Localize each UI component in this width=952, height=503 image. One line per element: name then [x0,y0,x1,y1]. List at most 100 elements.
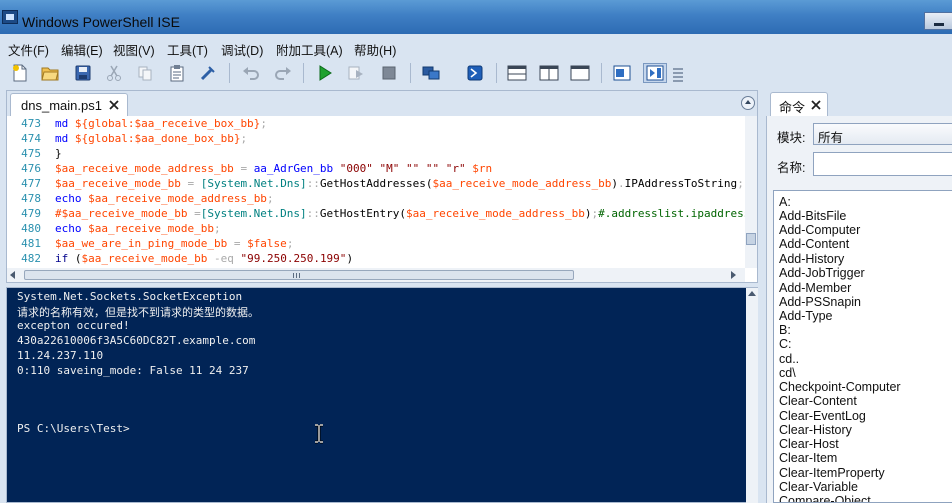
cut-icon[interactable] [104,63,124,83]
command-list-item[interactable]: Add-Type [779,309,833,323]
menu-debug[interactable]: 调试(D) [221,40,263,59]
command-list-item[interactable]: Compare-Object [779,494,871,502]
command-list-item[interactable]: Add-History [779,252,844,266]
code-text: $aa_we_are_in_ping_mode_bb = $false; [55,237,294,250]
title-bar: Windows PowerShell ISE [0,0,952,34]
tab-commands[interactable]: 命令 [770,92,828,116]
menu-edit[interactable]: 编辑(E) [61,40,103,59]
command-list-item[interactable]: Clear-Content [779,394,857,408]
show-script-addon-icon[interactable] [643,63,667,83]
name-input[interactable] [813,152,952,176]
command-list-item[interactable]: Add-Member [779,281,851,295]
toolbar [0,58,952,88]
command-list-item[interactable]: Clear-Host [779,437,839,451]
command-list-item[interactable]: Add-BitsFile [779,209,846,223]
open-folder-icon[interactable] [40,63,60,83]
paste-icon[interactable] [167,63,187,83]
console-output-line: excepton occured! [17,319,130,332]
command-list-item[interactable]: Clear-History [779,423,852,437]
line-number: 478 [21,192,41,205]
command-list-item[interactable]: Clear-Variable [779,480,858,494]
menu-help[interactable]: 帮助(H) [354,40,396,59]
minimize-button[interactable] [924,12,952,30]
line-number: 481 [21,237,41,250]
toolbar-separator [410,63,411,83]
command-list-item[interactable]: A: [779,195,791,209]
code-text: md ${global:$aa_receive_box_bb}; [55,117,267,130]
command-list-item[interactable]: cd.. [779,352,799,366]
command-list-item[interactable]: Clear-Item [779,451,837,465]
show-commands-addon-icon[interactable] [612,63,632,83]
show-script-pane-right-icon[interactable] [539,63,559,83]
module-select-value: 所有 [818,131,844,145]
tab-label: 命令 [779,100,806,115]
menu-addons[interactable]: 附加工具(A) [276,40,343,59]
name-label: 名称: [777,161,806,175]
menu-tools[interactable]: 工具(T) [167,40,208,59]
command-list-item[interactable]: Add-PSSnapin [779,295,861,309]
line-number: 479 [21,207,41,220]
console-vertical-scrollbar[interactable] [746,288,758,503]
show-script-pane-max-icon[interactable] [570,63,590,83]
code-line: 478 echo $aa_receive_mode_address_bb; [7,191,745,206]
toolbar-separator [601,63,602,83]
run-script-icon[interactable] [315,63,335,83]
code-line: 482 if ($aa_receive_mode_bb -eq "99.250.… [7,251,745,266]
console-output-line: 请求的名称有效，但是找不到请求的类型的数据。 [17,306,259,319]
console-prompt[interactable]: PS C:\Users\Test> [17,422,130,435]
code-text: echo $aa_receive_mode_address_bb; [55,192,274,205]
menu-bar: 文件(F) 编辑(E) 视图(V) 工具(T) 调试(D) 附加工具(A) 帮助… [0,36,952,58]
new-file-icon[interactable] [10,63,30,83]
line-number: 475 [21,147,41,160]
close-icon[interactable] [810,99,822,111]
remote-powershell-icon[interactable] [421,63,441,83]
undo-icon[interactable] [241,63,261,83]
command-list-item[interactable]: Add-Computer [779,223,860,237]
console-output-line: 0:110 saveing_mode: False 11 24 237 [17,364,249,377]
close-icon[interactable] [108,99,120,111]
clear-icon[interactable] [198,63,218,83]
collapse-script-pane-button[interactable] [741,96,755,110]
command-list-item[interactable]: C: [779,337,792,351]
stop-icon[interactable] [379,63,399,83]
console-output-line: 11.24.237.110 [17,349,104,362]
script-horizontal-scrollbar[interactable] [7,268,745,282]
show-script-pane-top-icon[interactable] [507,63,527,83]
command-list-item[interactable]: Clear-EventLog [779,409,866,423]
scrollbar-thumb[interactable] [24,270,574,280]
code-text: $aa_receive_mode_bb = [System.Net.Dns]::… [55,177,744,190]
command-list-item[interactable]: cd\ [779,366,796,380]
console-output-line: System.Net.Sockets.SocketException [17,290,243,303]
redo-icon[interactable] [273,63,293,83]
code-editor[interactable]: 473 md ${global:$aa_receive_box_bb}; 474… [7,116,745,268]
tab-dns-main[interactable]: dns_main.ps1 [10,93,128,117]
scrollbar-thumb[interactable] [746,233,756,245]
run-selection-icon[interactable] [346,63,366,83]
code-line: 479 #$aa_receive_mode_bb =[System.Net.Dn… [7,206,745,221]
code-line: 473 md ${global:$aa_receive_box_bb}; [7,116,745,131]
start-powershell-icon[interactable] [465,63,485,83]
module-select[interactable]: 所有 [813,123,952,145]
save-icon[interactable] [73,63,93,83]
command-list-item[interactable]: Checkpoint-Computer [779,380,901,394]
toolbar-separator [496,63,497,83]
scroll-up-icon[interactable] [748,291,756,296]
menu-file[interactable]: 文件(F) [8,40,49,59]
code-text: if ($aa_receive_mode_bb -eq "99.250.250.… [55,252,354,265]
script-vertical-scrollbar[interactable] [745,116,757,268]
scroll-right-icon[interactable] [731,271,736,279]
console-pane[interactable]: System.Net.Sockets.SocketException 请求的名称… [6,287,758,503]
command-list-item[interactable]: Add-JobTrigger [779,266,865,280]
command-list-item[interactable]: Add-Content [779,237,849,251]
command-list-item[interactable]: B: [779,323,791,337]
module-label: 模块: [777,131,806,145]
menu-view[interactable]: 视图(V) [113,40,155,59]
tab-label: dns_main.ps1 [21,98,102,113]
command-list-item[interactable]: Clear-ItemProperty [779,466,885,480]
command-list[interactable]: A: Add-BitsFile Add-Computer Add-Content… [773,190,952,503]
copy-icon[interactable] [135,63,155,83]
code-line: 475 } [7,146,745,161]
code-line: 476 $aa_receive_mode_address_bb = aa_Adr… [7,161,745,176]
scroll-left-icon[interactable] [10,271,15,279]
code-text: } [55,147,62,160]
